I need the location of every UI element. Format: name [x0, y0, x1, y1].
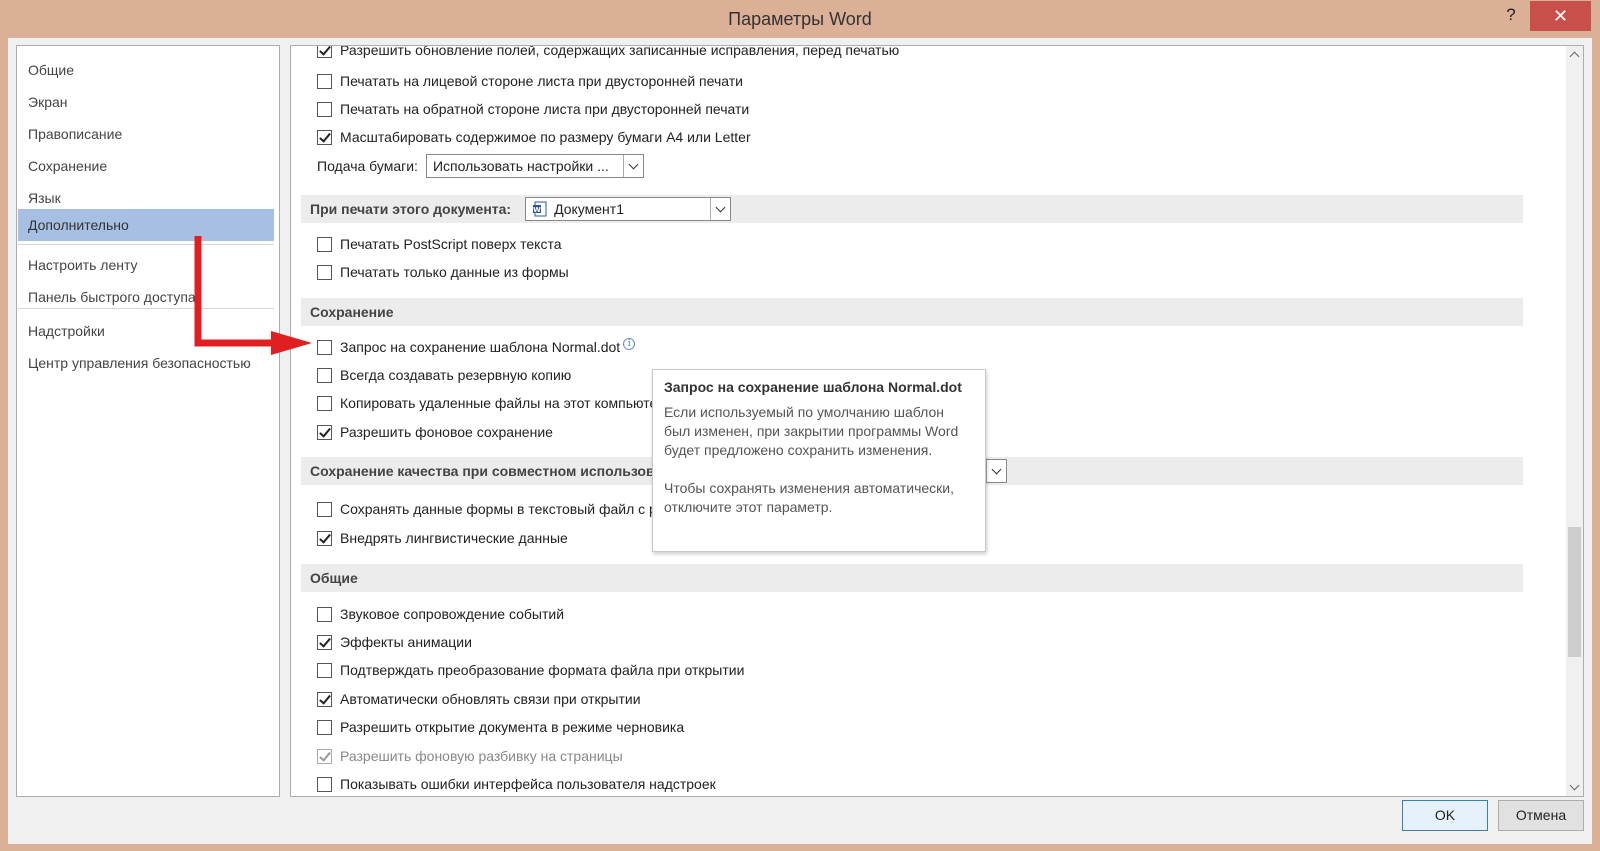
options-dialog: Параметры Word ? ✕ Общие Экран Правописа…: [0, 0, 1600, 851]
tooltip-title: Запрос на сохранение шаблона Normal.dot: [664, 379, 962, 395]
ok-button[interactable]: OK: [1402, 800, 1488, 831]
tooltip-body: Если используемый по умолчанию шаблон бы…: [664, 404, 959, 515]
tooltip-popup: Запрос на сохранение шаблона Normal.dot …: [652, 369, 986, 552]
cancel-button[interactable]: Отмена: [1498, 800, 1584, 831]
